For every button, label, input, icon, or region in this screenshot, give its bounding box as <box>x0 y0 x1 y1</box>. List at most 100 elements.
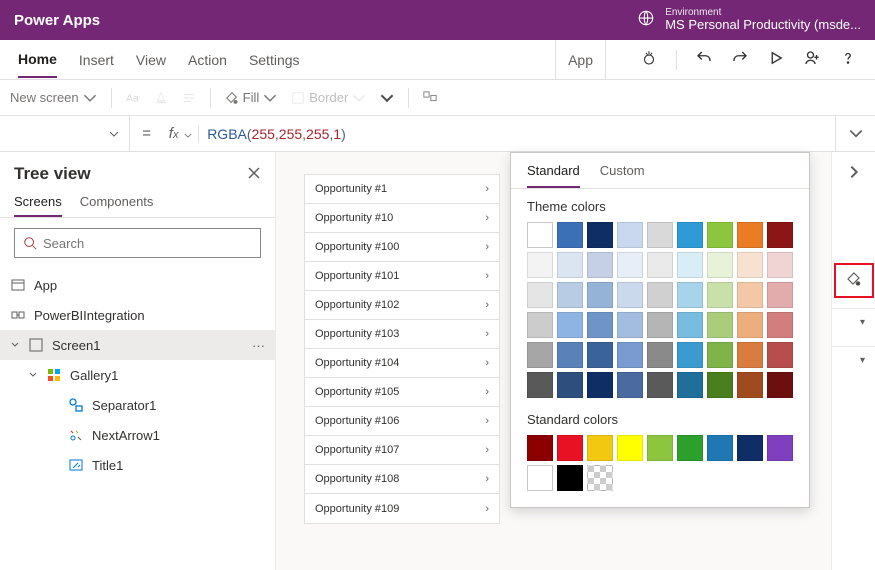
tab-action[interactable]: Action <box>188 43 227 77</box>
tree-node-title1[interactable]: Title1 <box>0 450 275 480</box>
color-swatch[interactable] <box>647 282 673 308</box>
gallery-row[interactable]: Opportunity #108› <box>305 465 499 494</box>
gallery-row[interactable]: Opportunity #109› <box>305 494 499 523</box>
expand-formula-icon[interactable] <box>835 116 875 151</box>
color-swatch[interactable] <box>677 222 703 248</box>
reorder-icon[interactable] <box>380 91 394 105</box>
gallery-row[interactable]: Opportunity #106› <box>305 407 499 436</box>
align-group-icon[interactable] <box>423 91 437 105</box>
gallery-row[interactable]: Opportunity #105› <box>305 378 499 407</box>
play-icon[interactable] <box>767 49 785 70</box>
tree-node-gallery1[interactable]: Gallery1 <box>0 360 275 390</box>
help-icon[interactable] <box>839 49 857 70</box>
color-swatch[interactable] <box>677 372 703 398</box>
color-swatch[interactable] <box>737 342 763 368</box>
color-swatch[interactable] <box>587 342 613 368</box>
color-swatch[interactable] <box>557 372 583 398</box>
new-screen-button[interactable]: New screen <box>10 90 97 105</box>
color-swatch[interactable] <box>587 372 613 398</box>
gallery-row[interactable]: Opportunity #100› <box>305 233 499 262</box>
color-swatch[interactable] <box>647 222 673 248</box>
search-input[interactable] <box>14 228 261 258</box>
color-swatch[interactable] <box>587 312 613 338</box>
color-swatch[interactable] <box>707 252 733 278</box>
gallery-row[interactable]: Opportunity #101› <box>305 262 499 291</box>
color-swatch[interactable] <box>767 282 793 308</box>
chevron-right-icon[interactable] <box>846 164 862 183</box>
gallery-row[interactable]: Opportunity #107› <box>305 436 499 465</box>
color-swatch[interactable] <box>677 435 703 461</box>
redo-icon[interactable] <box>731 49 749 70</box>
close-icon[interactable] <box>247 166 261 183</box>
color-swatch[interactable] <box>707 312 733 338</box>
color-swatch[interactable] <box>617 372 643 398</box>
color-swatch[interactable] <box>677 282 703 308</box>
color-swatch[interactable] <box>737 312 763 338</box>
app-checker-icon[interactable] <box>640 49 658 70</box>
color-swatch[interactable] <box>617 312 643 338</box>
color-swatch[interactable] <box>527 342 553 368</box>
color-swatch[interactable] <box>527 312 553 338</box>
fill-color-button[interactable] <box>834 263 874 298</box>
picker-tab-standard[interactable]: Standard <box>527 163 580 188</box>
color-swatch[interactable] <box>677 252 703 278</box>
tree-tab-screens[interactable]: Screens <box>14 194 62 217</box>
color-swatch[interactable] <box>587 282 613 308</box>
tab-home[interactable]: Home <box>18 42 57 78</box>
color-swatch[interactable] <box>737 222 763 248</box>
color-swatch[interactable] <box>557 312 583 338</box>
color-swatch[interactable] <box>647 252 673 278</box>
color-swatch[interactable] <box>737 252 763 278</box>
color-swatch[interactable] <box>707 342 733 368</box>
color-swatch[interactable] <box>707 435 733 461</box>
color-swatch[interactable] <box>767 312 793 338</box>
undo-icon[interactable] <box>695 49 713 70</box>
color-swatch[interactable] <box>557 465 583 491</box>
color-swatch[interactable] <box>557 282 583 308</box>
color-swatch[interactable] <box>617 252 643 278</box>
color-swatch[interactable] <box>587 435 613 461</box>
gallery-row[interactable]: Opportunity #104› <box>305 349 499 378</box>
color-swatch[interactable] <box>557 435 583 461</box>
environment-selector[interactable]: Environment MS Personal Productivity (ms… <box>637 7 861 32</box>
tab-settings[interactable]: Settings <box>249 43 300 77</box>
search-field[interactable] <box>43 236 252 251</box>
color-swatch[interactable] <box>677 342 703 368</box>
tree-node-screen1[interactable]: Screen1 ··· <box>0 330 275 360</box>
color-swatch[interactable] <box>587 465 613 491</box>
color-swatch[interactable] <box>767 435 793 461</box>
gallery-row[interactable]: Opportunity #102› <box>305 291 499 320</box>
color-swatch[interactable] <box>527 435 553 461</box>
property-dropdown[interactable]: ▾ <box>832 308 875 336</box>
color-swatch[interactable] <box>527 252 553 278</box>
color-swatch[interactable] <box>617 282 643 308</box>
color-swatch[interactable] <box>767 372 793 398</box>
gallery-row[interactable]: Opportunity #1› <box>305 175 499 204</box>
color-swatch[interactable] <box>617 435 643 461</box>
tab-view[interactable]: View <box>136 43 166 77</box>
color-swatch[interactable] <box>737 372 763 398</box>
property-selector[interactable] <box>0 116 130 151</box>
tree-node-separator1[interactable]: Separator1 <box>0 390 275 420</box>
tree-tab-components[interactable]: Components <box>80 194 154 217</box>
color-swatch[interactable] <box>767 252 793 278</box>
color-swatch[interactable] <box>557 342 583 368</box>
formula-input[interactable]: RGBA(255, 255, 255, 1) <box>207 116 835 151</box>
color-swatch[interactable] <box>587 222 613 248</box>
app-dropdown[interactable]: App <box>555 40 606 79</box>
color-swatch[interactable] <box>647 342 673 368</box>
tab-insert[interactable]: Insert <box>79 43 114 77</box>
color-swatch[interactable] <box>767 222 793 248</box>
tree-node-nextarrow1[interactable]: NextArrow1 <box>0 420 275 450</box>
gallery-row[interactable]: Opportunity #103› <box>305 320 499 349</box>
color-swatch[interactable] <box>647 372 673 398</box>
picker-tab-custom[interactable]: Custom <box>600 163 645 188</box>
color-swatch[interactable] <box>647 435 673 461</box>
share-icon[interactable] <box>803 49 821 70</box>
property-dropdown[interactable]: ▾ <box>832 346 875 374</box>
color-swatch[interactable] <box>737 282 763 308</box>
color-swatch[interactable] <box>557 252 583 278</box>
color-swatch[interactable] <box>587 252 613 278</box>
color-swatch[interactable] <box>527 222 553 248</box>
tree-node-integration[interactable]: PowerBIIntegration <box>0 300 275 330</box>
